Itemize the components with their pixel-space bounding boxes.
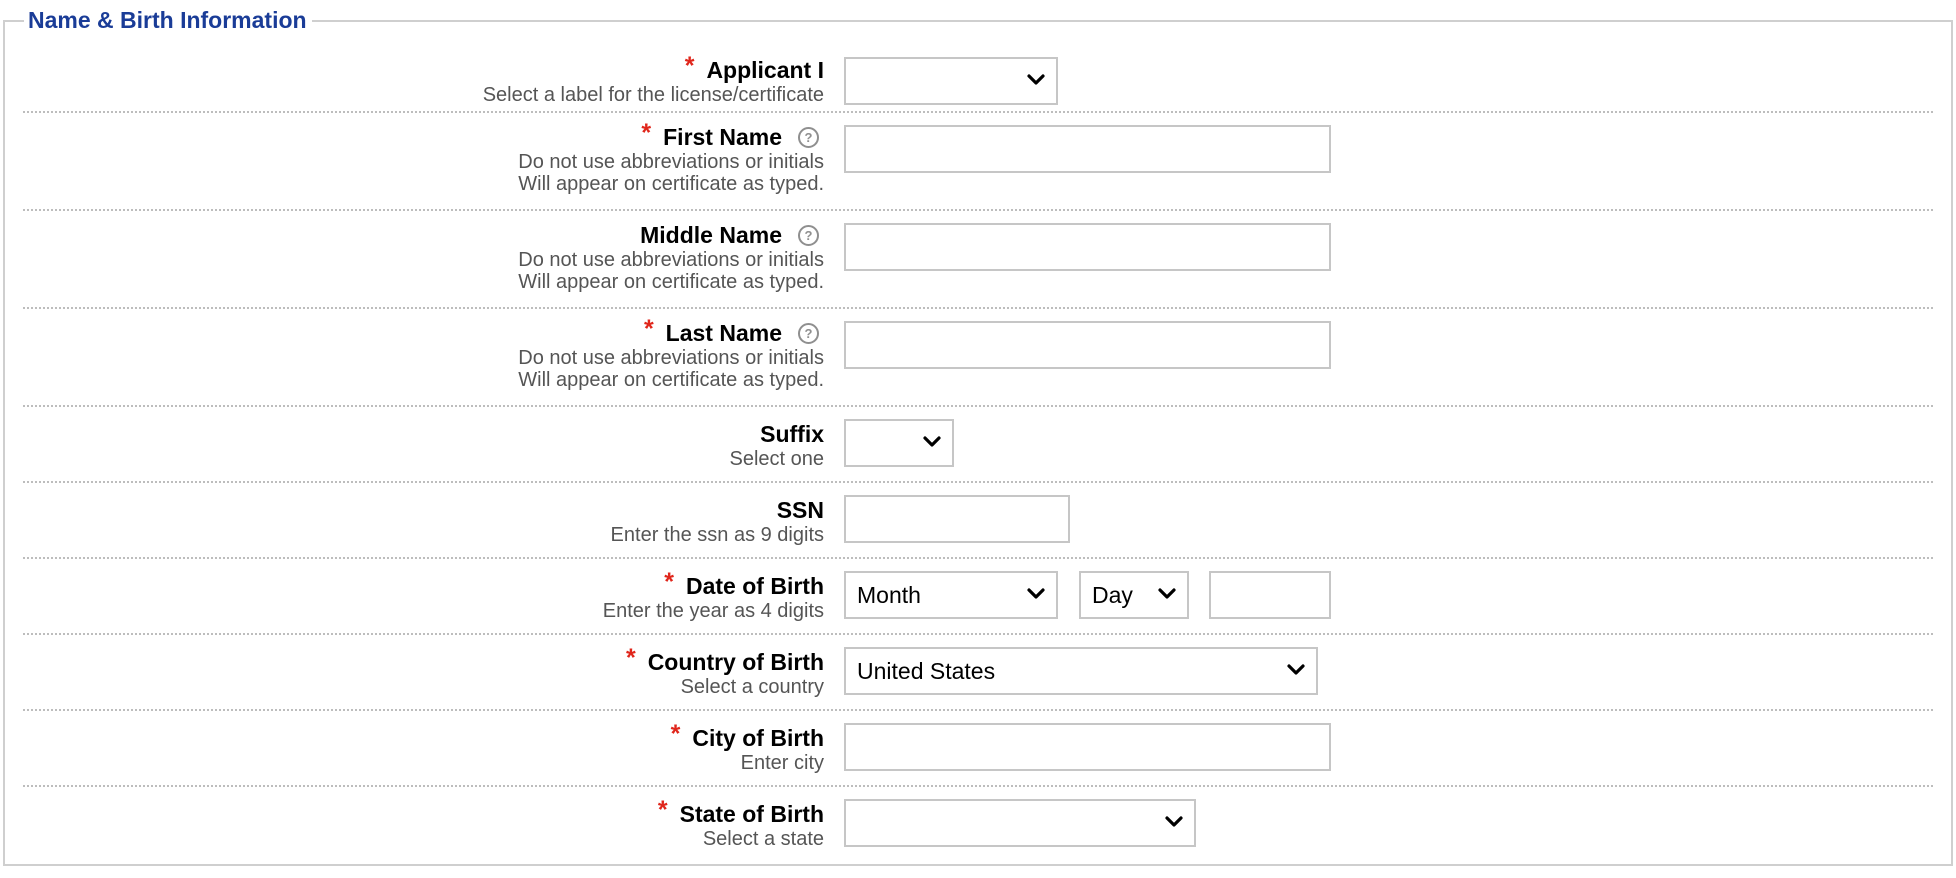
ssn-label: SSN: [776, 497, 824, 523]
middle-name-label: Middle Name: [640, 222, 782, 248]
form-row-applicant: * Applicant I Select a label for the lice…: [23, 52, 1933, 113]
first-name-label: First Name: [663, 124, 782, 150]
form-row-city-of-birth: * City of Birth Enter city: [23, 711, 1933, 787]
required-marker: *: [684, 52, 695, 80]
required-marker: *: [670, 720, 681, 748]
form-row-suffix: Suffix Select one: [23, 407, 1933, 483]
form-row-state-of-birth: * State of Birth Select a state: [23, 787, 1933, 863]
required-marker: *: [664, 568, 674, 596]
country-label: Country of Birth: [647, 649, 824, 675]
chevron-down-icon: [1287, 664, 1305, 675]
suffix-label: Suffix: [760, 421, 824, 447]
chevron-down-icon: [1027, 74, 1045, 85]
first-name-input[interactable]: [844, 125, 1331, 173]
last-name-label: Last Name: [665, 320, 782, 346]
help-icon[interactable]: ?: [798, 323, 819, 345]
middle-name-input[interactable]: [844, 223, 1331, 271]
form-row-first-name: * First Name? Do not use abbreviations or…: [23, 113, 1933, 211]
city-label-group: * City of Birth Enter city: [23, 720, 824, 774]
city-hint: Enter city: [740, 752, 824, 774]
middle-name-hint-2: Will appear on certificate as typed.: [518, 271, 824, 293]
dob-hint: Enter the year as 4 digits: [602, 600, 824, 622]
help-icon[interactable]: ?: [798, 225, 819, 247]
state-hint: Select a state: [702, 828, 824, 850]
dob-month-value: Month: [857, 582, 921, 608]
dob-month-select[interactable]: Month: [844, 571, 1058, 619]
applicant-hint: Select a label for the license/certifica…: [482, 84, 824, 106]
form-row-date-of-birth: * Date of Birth Enter the year as 4 digit…: [23, 559, 1933, 635]
country-select[interactable]: United States: [844, 647, 1318, 695]
first-name-hint-1: Do not use abbreviations or initials: [518, 151, 824, 173]
required-marker: *: [657, 796, 668, 824]
state-label: State of Birth: [679, 801, 824, 827]
chevron-down-icon: [923, 436, 941, 447]
middle-name-hint-1: Do not use abbreviations or initials: [518, 249, 824, 271]
required-marker: *: [625, 644, 636, 672]
country-label-group: * Country of Birth Select a country: [23, 644, 824, 698]
required-marker: *: [643, 315, 654, 343]
help-icon[interactable]: ?: [798, 127, 819, 149]
ssn-input[interactable]: [844, 495, 1070, 543]
form-row-ssn: SSN Enter the ssn as 9 digits: [23, 483, 1933, 559]
country-select-value: United States: [857, 658, 996, 684]
chevron-down-icon: [1027, 588, 1045, 599]
dob-label: Date of Birth: [686, 573, 824, 599]
suffix-hint: Select one: [729, 448, 824, 470]
suffix-select[interactable]: [844, 419, 954, 467]
form-row-last-name: * Last Name? Do not use abbreviations or …: [23, 309, 1933, 407]
state-select[interactable]: [844, 799, 1196, 847]
chevron-down-icon: [1165, 816, 1183, 827]
first-name-label-group: * First Name? Do not use abbreviations or…: [23, 119, 824, 195]
required-marker: *: [641, 119, 652, 147]
state-label-group: * State of Birth Select a state: [23, 796, 824, 850]
first-name-hint-2: Will appear on certificate as typed.: [518, 173, 824, 195]
chevron-down-icon: [1158, 588, 1176, 599]
ssn-hint: Enter the ssn as 9 digits: [610, 524, 824, 546]
dob-label-group: * Date of Birth Enter the year as 4 digit…: [23, 568, 824, 622]
last-name-hint-2: Will appear on certificate as typed.: [518, 369, 824, 391]
dob-year-input[interactable]: [1209, 571, 1331, 619]
dob-day-value: Day: [1092, 582, 1133, 608]
dob-day-select[interactable]: Day: [1079, 571, 1189, 619]
applicant-label: Applicant I: [706, 57, 824, 83]
country-hint: Select a country: [680, 676, 824, 698]
applicant-select[interactable]: [844, 57, 1058, 105]
middle-name-label-group: Middle Name? Do not use abbreviations or…: [23, 221, 824, 293]
ssn-label-group: SSN Enter the ssn as 9 digits: [23, 496, 824, 546]
last-name-hint-1: Do not use abbreviations or initials: [518, 347, 824, 369]
last-name-input[interactable]: [844, 321, 1331, 369]
city-label: City of Birth: [692, 725, 824, 751]
form-row-country-of-birth: * Country of Birth Select a country Unite…: [23, 635, 1933, 711]
city-input[interactable]: [844, 723, 1331, 771]
section-legend: Name & Birth Information: [24, 4, 312, 36]
last-name-label-group: * Last Name? Do not use abbreviations or …: [23, 315, 824, 391]
suffix-label-group: Suffix Select one: [23, 420, 824, 470]
form-row-middle-name: Middle Name? Do not use abbreviations or…: [23, 211, 1933, 309]
applicant-label-group: * Applicant I Select a label for the lice…: [23, 52, 824, 106]
